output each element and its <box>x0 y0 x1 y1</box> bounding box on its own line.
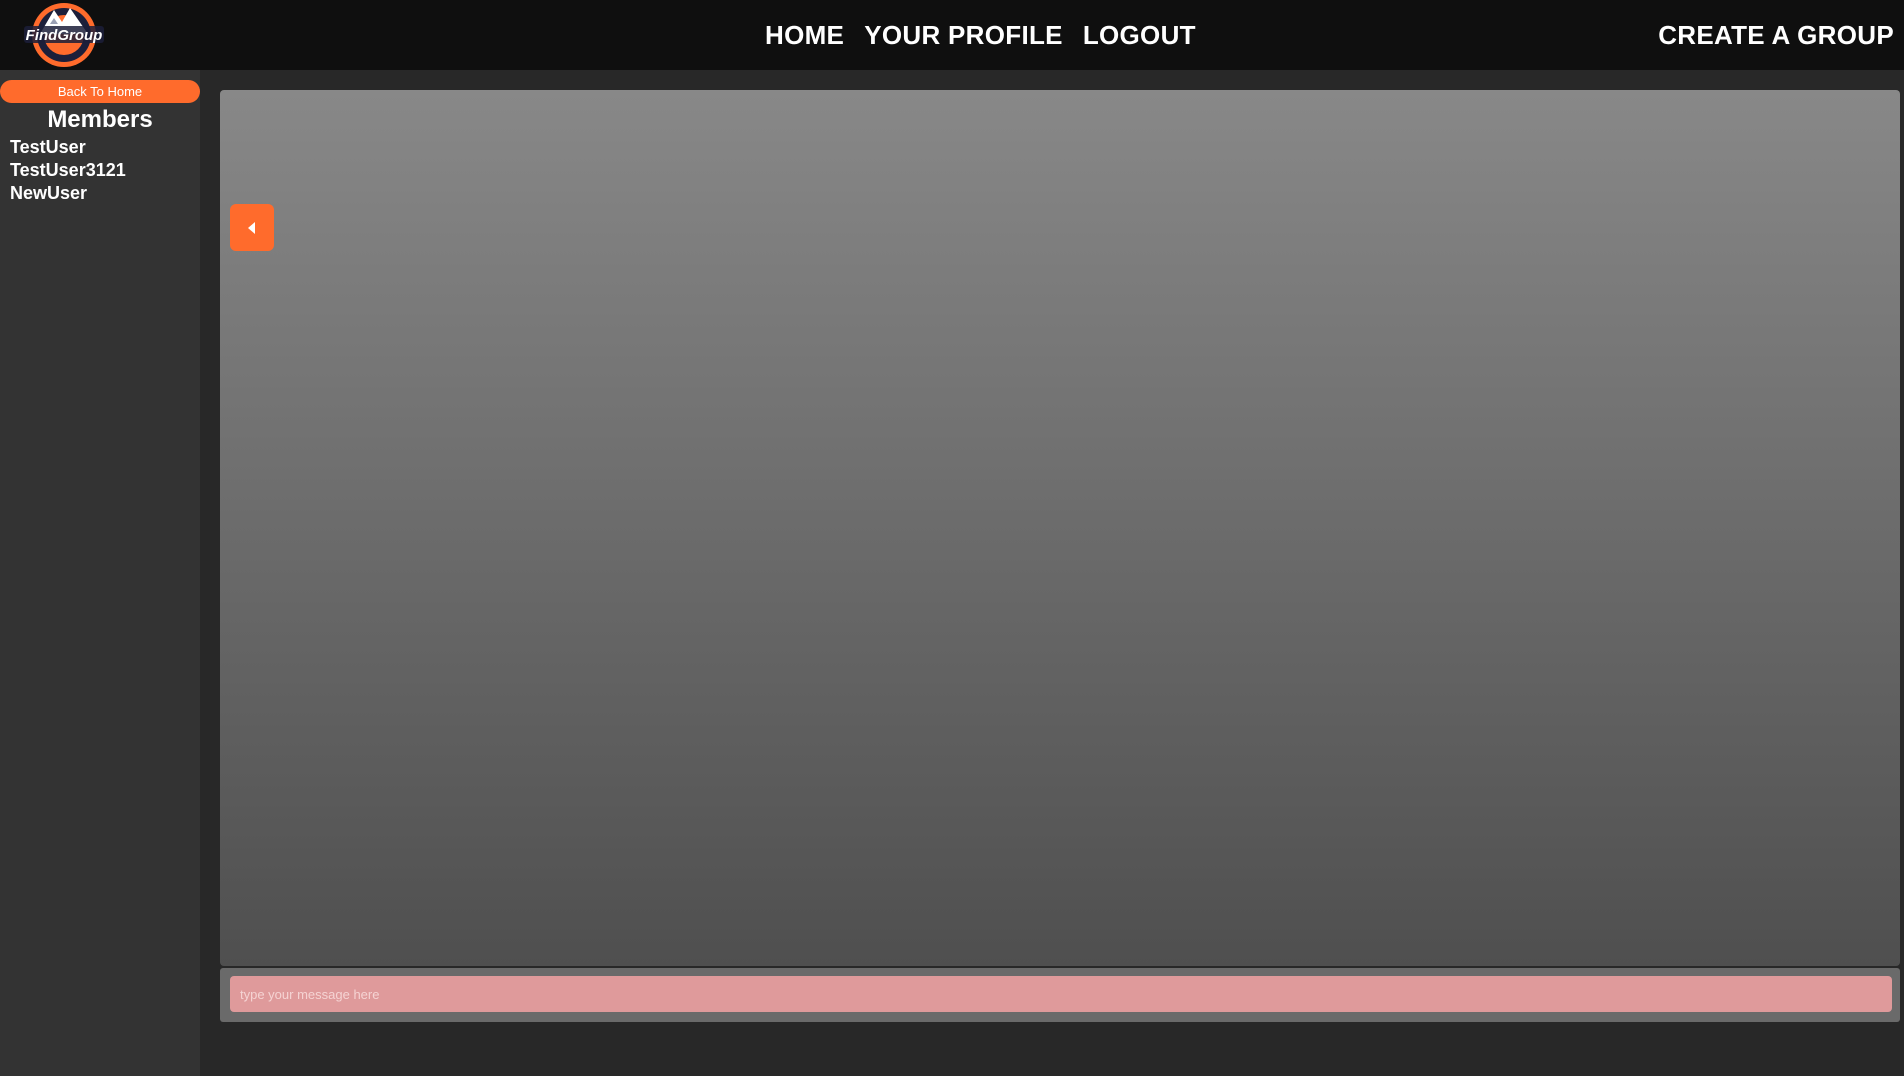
member-item: NewUser <box>10 183 88 203</box>
members-sidebar: Back To Home Members TestUser TestUser31… <box>0 70 200 1076</box>
findgroup-logo[interactable]: FindGroup <box>20 0 108 70</box>
message-composer <box>220 968 1900 1022</box>
member-item: TestUser <box>10 137 86 157</box>
members-list: TestUser TestUser3121 NewUser <box>10 136 126 205</box>
nav-home-link[interactable]: HOME <box>765 20 844 51</box>
members-heading: Members <box>47 106 153 133</box>
mountain-logo-icon: FindGroup <box>24 3 104 67</box>
chat-messages-panel <box>220 90 1900 966</box>
top-navbar: FindGroup HOME YOUR PROFILE LOGOUT CREAT… <box>0 0 1904 70</box>
collapse-sidebar-button[interactable] <box>230 204 274 251</box>
main-nav: HOME YOUR PROFILE LOGOUT <box>765 0 1196 70</box>
message-input[interactable] <box>230 976 1892 1012</box>
logo-text: FindGroup <box>26 27 103 44</box>
right-nav: CREATE A GROUP <box>1658 0 1894 70</box>
create-group-link[interactable]: CREATE A GROUP <box>1658 20 1894 51</box>
caret-left-icon <box>248 221 255 234</box>
nav-profile-link[interactable]: YOUR PROFILE <box>864 20 1063 51</box>
back-to-home-button[interactable]: Back To Home <box>0 80 200 103</box>
member-item: TestUser3121 <box>10 160 126 180</box>
nav-logout-link[interactable]: LOGOUT <box>1083 20 1196 51</box>
